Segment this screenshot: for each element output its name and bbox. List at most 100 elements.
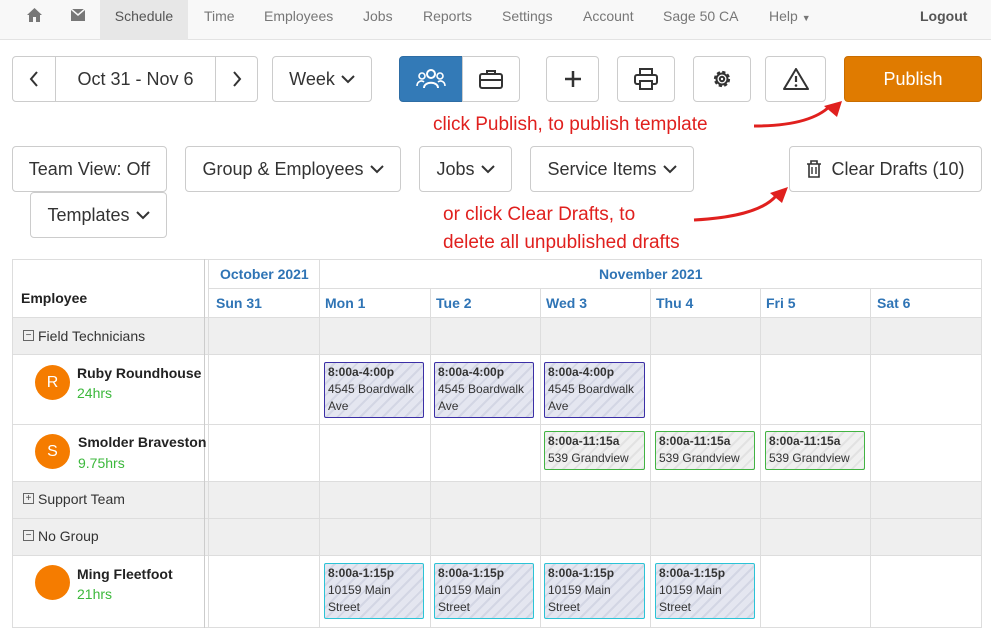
shift-card[interactable]: 8:00a-1:15p 10159 Main Street [434,563,534,619]
chevron-down-icon [341,74,355,83]
chevron-down-icon [369,164,384,173]
month-header-november: November 2021 [599,266,703,282]
expand-icon[interactable]: + [23,493,34,504]
warnings-button[interactable] [765,56,826,102]
group-label-support-team: Support Team [38,491,125,507]
chevron-down-icon [135,210,150,219]
nav-employees[interactable]: Employees [264,0,333,40]
warning-icon [782,68,809,90]
logout-link[interactable]: Logout [920,0,967,40]
shift-address: 539 Grandview st [659,451,740,469]
group-employees-label: Group & Employees [202,158,364,179]
shift-card[interactable]: 8:00a-4:00p 4545 Boardwalk Ave [544,362,645,418]
nav-reports[interactable]: Reports [423,0,472,40]
shift-time: 8:00a-1:15p [548,566,615,580]
shift-card[interactable]: 8:00a-1:15p 10159 Main Street [324,563,424,619]
settings-button[interactable] [693,56,751,102]
service-items-dropdown[interactable]: Service Items [530,146,694,192]
nav-help[interactable]: Help ▼ [769,0,811,40]
shift-address: 4545 Boardwalk [548,382,635,396]
group-row-support-team [12,481,982,518]
avatar: S [35,434,70,469]
shift-address: Street [659,600,692,614]
nav-help-label: Help [769,8,798,24]
shift-time: 8:00a-1:15p [328,566,395,580]
shift-address: 10159 Main [438,583,501,597]
shift-card[interactable]: 8:00a-11:15a 539 Grandview st [544,431,645,470]
shift-address: 539 Grandview st [548,451,629,469]
shift-address: 10159 Main [548,583,611,597]
nav-account[interactable]: Account [583,0,634,40]
day-header-sat-6: Sat 6 [877,295,911,311]
clear-drafts-button[interactable]: Clear Drafts (10) [789,146,982,192]
templates-label: Templates [47,204,130,225]
print-icon [634,68,658,90]
caret-down-icon: ▼ [801,13,811,23]
shift-time: 8:00a-4:00p [548,365,615,379]
shift-time: 8:00a-4:00p [328,365,395,379]
shift-card[interactable]: 8:00a-11:15a 539 Grandview st [765,431,865,470]
group-employees-dropdown[interactable]: Group & Employees [185,146,401,192]
view-select-label: Week [289,68,335,89]
group-row-field-technicians [12,318,982,354]
employee-view-button[interactable] [399,56,463,102]
shift-address: 4545 Boardwalk [438,382,525,396]
clear-drafts-annotation-line1: or click Clear Drafts, to [443,204,636,225]
employee-column-header: Employee [21,290,88,306]
home-icon[interactable] [27,8,42,24]
date-range-display[interactable]: Oct 31 - Nov 6 [55,56,216,102]
clear-drafts-arrow-icon [693,187,788,222]
nav-time[interactable]: Time [204,0,235,40]
employee-hours: 24hrs [77,385,113,401]
templates-dropdown[interactable]: Templates [30,192,167,238]
nav-settings[interactable]: Settings [502,0,553,40]
add-shift-button[interactable] [546,56,599,102]
shift-time: 8:00a-1:15p [659,566,726,580]
publish-button[interactable]: Publish [844,56,982,102]
collapse-icon[interactable]: − [23,330,34,341]
nav-schedule[interactable]: Schedule [100,0,188,40]
avatar: R [35,365,70,400]
team-view-button[interactable]: Team View: Off [12,146,167,192]
next-week-button[interactable] [215,56,258,102]
collapse-icon[interactable]: − [23,530,34,541]
employee-name[interactable]: Smolder Braveston [78,434,206,450]
print-button[interactable] [617,56,675,102]
shift-time: 8:00a-4:00p [438,365,505,379]
jobs-dropdown[interactable]: Jobs [419,146,512,192]
publish-annotation: click Publish, to publish template [433,114,708,135]
shift-time: 8:00a-11:15a [659,434,731,448]
shift-address: 4545 Boardwalk [328,382,415,396]
chevron-left-icon [29,71,38,87]
day-header-thu-4: Thu 4 [656,295,694,311]
view-select[interactable]: Week [272,56,372,102]
shift-card[interactable]: 8:00a-1:15p 10159 Main Street [544,563,645,619]
jobs-label: Jobs [436,158,475,179]
schedule-grid: Employee October 2021 November 2021 Sun … [12,259,982,628]
group-label-field-technicians: Field Technicians [38,328,146,344]
shift-address: 10159 Main [659,583,722,597]
shift-time: 8:00a-1:15p [438,566,505,580]
prev-week-button[interactable] [12,56,56,102]
employee-name[interactable]: Ruby Roundhouse [77,365,201,381]
mail-icon[interactable] [71,9,85,23]
trash-icon [807,160,822,178]
shift-card[interactable]: 8:00a-1:15p 10159 Main Street [655,563,755,619]
day-header-mon-1: Mon 1 [325,295,366,311]
nav-sage-50-ca[interactable]: Sage 50 CA [663,0,739,40]
day-header-tue-2: Tue 2 [436,295,472,311]
day-header-fri-5: Fri 5 [766,295,796,311]
employee-hours: 21hrs [77,586,113,602]
group-row-no-group [12,518,982,555]
shift-card[interactable]: 8:00a-11:15a 539 Grandview st [655,431,755,470]
day-header-wed-3: Wed 3 [546,295,587,311]
shift-card[interactable]: 8:00a-4:00p 4545 Boardwalk Ave [324,362,424,418]
chevron-down-icon [662,164,677,173]
employee-name[interactable]: Ming Fleetfoot [77,566,173,582]
shift-card[interactable]: 8:00a-4:00p 4545 Boardwalk Ave [434,362,534,418]
employee-hours: 9.75hrs [78,455,125,471]
nav-jobs[interactable]: Jobs [363,0,393,40]
month-header-october: October 2021 [220,266,309,282]
clear-drafts-annotation-line2: delete all unpublished drafts [443,232,680,253]
job-view-button[interactable] [462,56,520,102]
